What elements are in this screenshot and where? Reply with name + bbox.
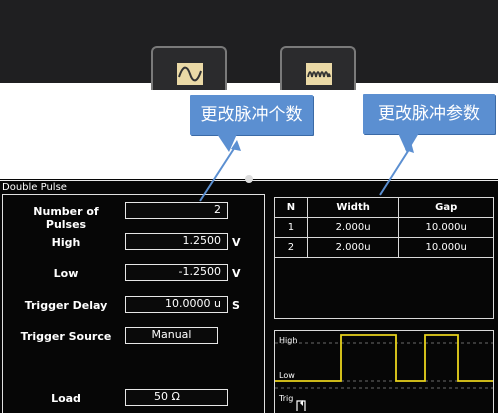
callout-text: 更改脉冲参数 bbox=[378, 104, 480, 124]
number-of-pulses-input[interactable]: 2 bbox=[125, 202, 228, 219]
callout-pulse-parameters: 更改脉冲参数 bbox=[363, 94, 495, 134]
low-label: Low bbox=[53, 267, 79, 280]
trigger-source-select[interactable]: Manual bbox=[125, 327, 218, 344]
table-cell[interactable]: 10.000u bbox=[398, 217, 494, 238]
load-label: Load bbox=[51, 392, 81, 405]
table-cell[interactable]: 2.000u bbox=[306, 217, 400, 238]
pulse-train-button[interactable] bbox=[280, 46, 356, 90]
callout-tail bbox=[398, 133, 419, 153]
high-unit: V bbox=[232, 236, 241, 249]
table-cell[interactable]: 10.000u bbox=[398, 237, 494, 258]
pulse-train-icon bbox=[306, 63, 332, 85]
trigger-delay-unit: S bbox=[232, 299, 240, 312]
table-row[interactable]: 1 2.000u 10.000u bbox=[274, 217, 494, 238]
high-input[interactable]: 1.2500 bbox=[125, 233, 228, 250]
table-header-row: N Width Gap bbox=[274, 197, 494, 218]
table-cell: 2 bbox=[274, 237, 308, 258]
header-width: Width bbox=[306, 197, 400, 218]
load-input[interactable]: 50 Ω bbox=[125, 389, 228, 406]
callout-number-of-pulses: 更改脉冲个数 bbox=[190, 95, 313, 135]
trig-marker-label: Trig bbox=[279, 394, 294, 403]
low-unit: V bbox=[232, 267, 241, 280]
trigger-delay-input[interactable]: 10.0000 u bbox=[125, 296, 228, 313]
number-of-pulses-label: Number of Pulses bbox=[33, 205, 99, 231]
high-label: High bbox=[51, 236, 81, 249]
pulse-table: N Width Gap 1 2.000u 10.000u 2 2.000u 10… bbox=[274, 197, 494, 258]
callout-text: 更改脉冲个数 bbox=[200, 105, 303, 125]
top-toolbar bbox=[0, 0, 498, 83]
drag-handle[interactable] bbox=[245, 175, 253, 183]
trigger-source-label: Trigger Source bbox=[20, 330, 112, 343]
table-cell[interactable]: 2.000u bbox=[306, 237, 400, 258]
high-marker-label: High bbox=[279, 336, 298, 345]
header-gap: Gap bbox=[398, 197, 494, 218]
trigger-delay-label: Trigger Delay bbox=[24, 299, 108, 312]
sine-wave-button[interactable] bbox=[151, 46, 227, 90]
pulse-waveform bbox=[275, 334, 493, 382]
callout-tail bbox=[217, 134, 237, 152]
table-row[interactable]: 2 2.000u 10.000u bbox=[274, 237, 494, 258]
low-marker-label: Low bbox=[279, 371, 295, 380]
waveform-preview: High Low Trig bbox=[274, 330, 494, 413]
sine-wave-icon bbox=[177, 63, 203, 85]
low-input[interactable]: -1.2500 bbox=[125, 264, 228, 281]
table-cell: 1 bbox=[274, 217, 308, 238]
header-n: N bbox=[274, 197, 308, 218]
